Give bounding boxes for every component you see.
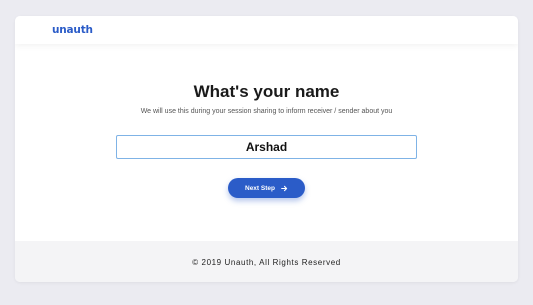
main-card: unauth What's your name We will use this… bbox=[15, 16, 518, 282]
name-input[interactable] bbox=[116, 135, 417, 159]
footer: © 2019 Unauth, All Rights Reserved bbox=[15, 241, 518, 282]
next-step-button[interactable]: Next Step bbox=[228, 178, 305, 198]
copyright-text: © 2019 Unauth, All Rights Reserved bbox=[192, 258, 341, 267]
page-subtitle: We will use this during your session sha… bbox=[140, 108, 393, 115]
page-title: What's your name bbox=[193, 82, 340, 101]
next-step-label: Next Step bbox=[245, 184, 275, 192]
arrow-right-icon bbox=[281, 185, 288, 191]
logo[interactable]: unauth bbox=[52, 24, 93, 36]
header-bar: unauth bbox=[15, 16, 518, 44]
